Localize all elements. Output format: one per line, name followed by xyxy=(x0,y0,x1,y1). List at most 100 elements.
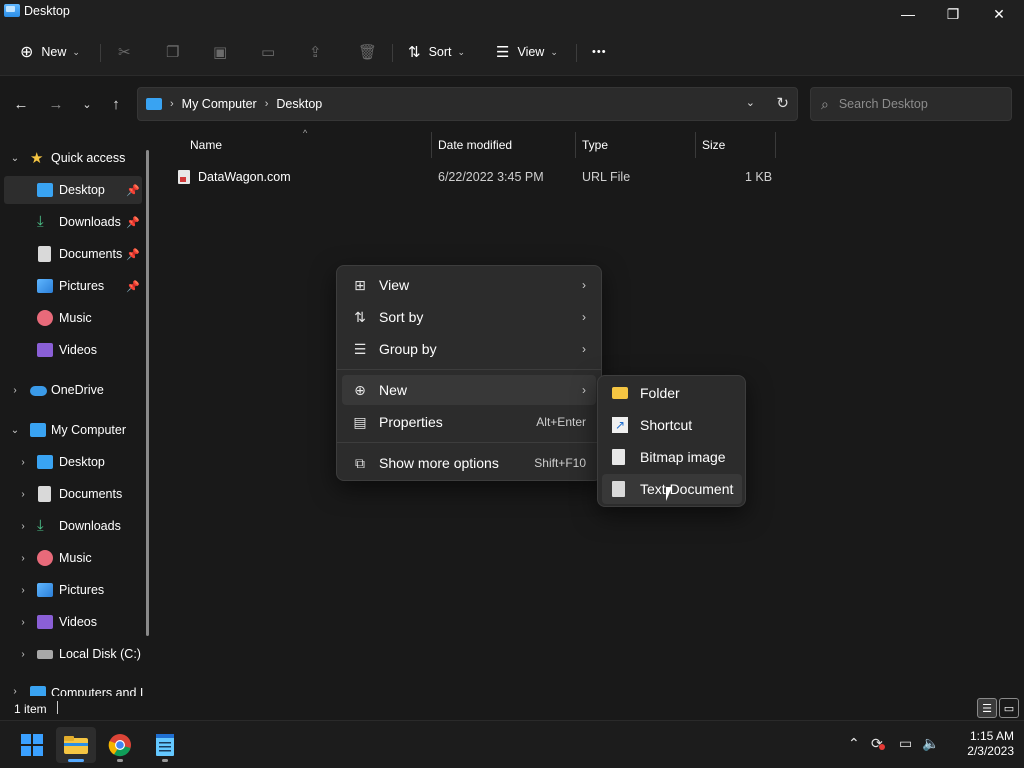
taskbar-file-explorer[interactable] xyxy=(56,727,96,763)
chevron-down-icon[interactable]: ⌄ xyxy=(8,153,22,164)
up-button[interactable]: ↑ xyxy=(105,94,127,114)
chevron-right-icon[interactable]: › xyxy=(16,521,30,532)
pin-icon[interactable]: 📌 xyxy=(126,248,140,261)
system-clock[interactable]: 1:15 AM 2/3/2023 xyxy=(950,729,1014,759)
divider xyxy=(100,44,101,62)
chevron-right-icon[interactable]: › xyxy=(8,686,22,696)
submenu-item-bitmap-image[interactable]: Bitmap image xyxy=(602,442,742,472)
submenu-item-shortcut[interactable]: ↗ Shortcut xyxy=(602,410,742,440)
column-header-size[interactable]: Size xyxy=(702,132,725,158)
chevron-down-icon[interactable]: ⌄ xyxy=(8,425,22,436)
taskbar-notepad[interactable] xyxy=(145,727,185,763)
column-divider[interactable] xyxy=(431,132,432,158)
chevron-right-icon[interactable]: › xyxy=(16,649,30,660)
address-dropdown-button[interactable]: ⌄ xyxy=(746,96,755,109)
sidebar-item-pc-videos[interactable]: › Videos xyxy=(0,608,146,636)
close-button[interactable]: ✕ xyxy=(976,0,1022,28)
sidebar-item-documents[interactable]: Documents 📌 xyxy=(0,240,146,268)
sidebar-item-pictures[interactable]: Pictures 📌 xyxy=(0,272,146,300)
minimize-button[interactable]: — xyxy=(885,0,931,28)
volume-icon[interactable]: 🔈 xyxy=(922,735,939,752)
video-icon xyxy=(37,343,53,357)
column-header-type[interactable]: Type xyxy=(582,132,608,158)
chevron-right-icon[interactable]: › xyxy=(16,553,30,564)
menu-item-view[interactable]: ⊞ View › xyxy=(342,270,596,300)
sidebar-item-downloads[interactable]: ⤓ Downloads 📌 xyxy=(0,208,146,236)
maximize-button[interactable]: ❐ xyxy=(930,0,976,28)
column-divider[interactable] xyxy=(575,132,576,158)
sidebar-item-music[interactable]: Music xyxy=(0,304,146,332)
menu-item-new[interactable]: ⊕ New › xyxy=(342,375,596,405)
view-button[interactable]: ☰ View ⌄ xyxy=(496,38,558,66)
pin-icon[interactable]: 📌 xyxy=(126,280,140,293)
submenu-item-text-document[interactable]: Text Document xyxy=(602,474,742,504)
menu-item-show-more-options[interactable]: ⧉ Show more options Shift+F10 xyxy=(342,448,596,478)
sidebar-item-desktop[interactable]: Desktop 📌 xyxy=(4,176,142,204)
pin-icon[interactable]: 📌 xyxy=(126,184,140,197)
details-view-button[interactable]: ☰ xyxy=(977,698,997,718)
chevron-up-icon[interactable]: ⌃ xyxy=(848,735,860,752)
sidebar-item-my-computer[interactable]: ⌄ My Computer xyxy=(0,416,146,444)
cut-button[interactable]: ✂ xyxy=(118,38,131,66)
computer-icon xyxy=(30,423,46,437)
breadcrumb-my-computer[interactable]: My Computer xyxy=(182,97,257,111)
sidebar-item-pc-documents[interactable]: › Documents xyxy=(0,480,146,508)
new-button[interactable]: ⊕ New ⌄ xyxy=(20,38,80,66)
forward-button[interactable]: → xyxy=(45,94,67,114)
paste-button[interactable]: ▣ xyxy=(213,38,227,66)
tiles-view-button[interactable]: ▭ xyxy=(999,698,1019,718)
sidebar-item-network[interactable]: › Computers and I xyxy=(0,680,146,696)
see-more-button[interactable]: ••• xyxy=(592,38,607,66)
sidebar-item-quick-access[interactable]: ⌄ ★ Quick access xyxy=(0,144,146,172)
share-icon: ⇪ xyxy=(309,44,322,61)
sidebar-item-label: Pictures xyxy=(59,583,105,597)
search-box[interactable]: ⌕ Search Desktop xyxy=(810,87,1012,121)
sort-button[interactable]: ⇅ Sort ⌄ xyxy=(408,38,465,66)
menu-item-group-by[interactable]: ☰ Group by › xyxy=(342,334,596,364)
music-icon xyxy=(37,310,53,326)
display-icon[interactable]: ▭ xyxy=(899,735,912,752)
start-button[interactable] xyxy=(12,727,52,763)
copy-button[interactable]: ❐ xyxy=(166,38,179,66)
sidebar-scrollbar[interactable] xyxy=(146,150,149,636)
column-header-date[interactable]: Date modified xyxy=(438,132,512,158)
navigation-pane: ⌄ ★ Quick access Desktop 📌 ⤓ Downloads 📌… xyxy=(0,132,158,696)
menu-item-sort-by[interactable]: ⇅ Sort by › xyxy=(342,302,596,332)
chevron-right-icon[interactable]: › xyxy=(16,617,30,628)
column-divider[interactable] xyxy=(695,132,696,158)
back-button[interactable]: ← xyxy=(10,94,32,114)
chevron-right-icon[interactable]: › xyxy=(16,457,30,468)
sidebar-item-onedrive[interactable]: › OneDrive xyxy=(0,376,146,404)
sidebar-item-local-disk[interactable]: › Local Disk (C:) xyxy=(0,640,146,668)
chevron-right-icon: › xyxy=(582,383,586,397)
sidebar-item-pc-pictures[interactable]: › Pictures xyxy=(0,576,146,604)
folder-icon xyxy=(612,387,628,399)
chevron-right-icon: › xyxy=(582,278,586,292)
sidebar-item-pc-desktop[interactable]: › Desktop xyxy=(0,448,146,476)
column-divider[interactable] xyxy=(775,132,776,158)
network-icon xyxy=(30,686,46,696)
sync-icon[interactable]: ⟳ xyxy=(871,735,885,752)
refresh-icon[interactable]: ↻ xyxy=(776,94,789,112)
column-header-name[interactable]: Name xyxy=(190,132,222,158)
delete-button[interactable]: 🗑 xyxy=(358,38,377,66)
taskbar-chrome[interactable] xyxy=(100,727,140,763)
show-more-icon: ⧉ xyxy=(355,454,365,471)
file-row[interactable]: DataWagon.com 6/22/2022 3:45 PM URL File… xyxy=(170,164,778,190)
chevron-right-icon[interactable]: › xyxy=(16,585,30,596)
chevron-right-icon[interactable]: › xyxy=(8,385,22,396)
share-button[interactable]: ⇪ xyxy=(309,38,322,66)
address-bar[interactable]: › My Computer › Desktop ⌄ ↻ xyxy=(137,87,798,121)
pin-icon[interactable]: 📌 xyxy=(126,216,140,229)
breadcrumb-desktop[interactable]: Desktop xyxy=(276,97,322,111)
sidebar-item-videos[interactable]: Videos xyxy=(0,336,146,364)
bitmap-icon xyxy=(612,449,625,465)
rename-button[interactable]: ▭ xyxy=(261,38,275,66)
submenu-item-folder[interactable]: Folder xyxy=(602,378,742,408)
recent-locations-button[interactable]: ⌄ xyxy=(76,94,98,114)
notepad-icon xyxy=(156,734,174,756)
menu-item-properties[interactable]: ▤ Properties Alt+Enter xyxy=(342,407,596,437)
sidebar-item-pc-music[interactable]: › Music xyxy=(0,544,146,572)
chevron-right-icon[interactable]: › xyxy=(16,489,30,500)
sidebar-item-pc-downloads[interactable]: › ⤓ Downloads xyxy=(0,512,146,540)
